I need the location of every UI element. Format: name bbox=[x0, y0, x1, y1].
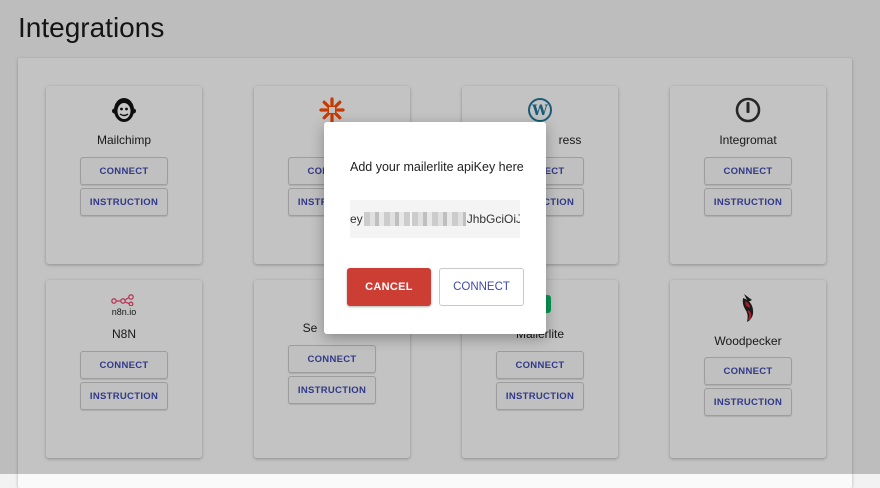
api-key-text-end: JhbGciOiJ bbox=[466, 212, 520, 226]
api-key-prompt: Add your mailerlite apiKey here bbox=[350, 160, 524, 174]
api-key-input[interactable]: ey JhbGciOiJ bbox=[350, 200, 520, 238]
connect-button[interactable]: CONNECT bbox=[439, 268, 524, 306]
api-key-redacted bbox=[411, 212, 466, 226]
api-key-redacted bbox=[363, 212, 410, 226]
cancel-button[interactable]: CANCEL bbox=[347, 268, 431, 306]
api-key-text-start: ey bbox=[350, 212, 363, 226]
api-key-dialog: Add your mailerlite apiKey here ey JhbGc… bbox=[324, 122, 546, 334]
